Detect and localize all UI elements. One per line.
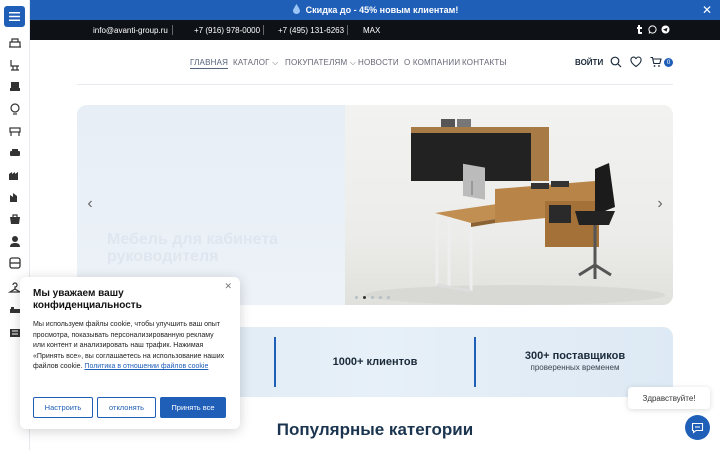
search-icon[interactable] — [610, 56, 622, 68]
nav-catalog[interactable]: КАТАЛОГ ⌵ — [233, 58, 278, 68]
office-desk-image — [345, 105, 673, 305]
slide-dot-4[interactable] — [379, 296, 382, 299]
cabinet-icon[interactable] — [7, 168, 23, 182]
email-link[interactable]: info@avanti-group.ru — [93, 26, 168, 35]
nav-about[interactable]: О КОМПАНИИ — [404, 58, 460, 67]
login-button[interactable]: ВОЙТИ — [575, 58, 603, 67]
kitchen-icon[interactable] — [7, 212, 23, 226]
social-links — [635, 25, 670, 34]
armchair-icon[interactable] — [7, 80, 23, 94]
heart-icon[interactable] — [630, 56, 642, 68]
promo-text: Скидка до - 45% новым клиентам! — [305, 5, 459, 15]
chevron-down-icon: ⌵ — [272, 58, 279, 67]
cookie-consent-dialog: ✕ Мы уважаем вашу конфиденциальность Мы … — [20, 277, 240, 429]
hero-faded-heading: Мебель для кабинета руководителя — [107, 231, 279, 265]
stat-number: 1000+ клиентов — [332, 356, 418, 368]
cookie-decline-button[interactable]: отклонять — [97, 397, 156, 418]
hero-slider[interactable]: Мебель для кабинета руководителя ‹ › — [77, 105, 673, 305]
max-link[interactable]: MAX — [363, 26, 380, 35]
prev-slide-arrow-icon[interactable]: ‹ — [83, 195, 97, 213]
promo-banner[interactable]: Скидка до - 45% новым клиентам! ✕ — [30, 0, 720, 20]
stat-subtitle: проверенных временем — [530, 363, 620, 372]
desk-icon[interactable] — [7, 124, 23, 138]
cookie-accept-button[interactable]: Принять все — [160, 397, 226, 418]
office-furniture-icon[interactable] — [7, 36, 23, 50]
lamp-icon[interactable] — [7, 102, 23, 116]
stat-number: 300+ поставщиков — [524, 350, 626, 362]
stats-divider — [474, 337, 476, 387]
person-icon[interactable] — [7, 234, 23, 248]
whatsapp-icon[interactable] — [648, 25, 657, 34]
cart-count-badge: 0 — [664, 58, 673, 67]
slide-dot-3[interactable] — [371, 296, 374, 299]
slide-dot-1[interactable] — [355, 296, 358, 299]
drop-icon — [292, 4, 301, 16]
nav-contacts[interactable]: КОНТАКТЫ — [462, 58, 507, 67]
chevron-down-icon: ⌵ — [349, 58, 357, 67]
hero-text-area — [77, 105, 345, 305]
slide-dot-5[interactable] — [387, 296, 390, 299]
contact-bar: info@avanti-group.ru +7 (916) 978-0000 +… — [30, 20, 720, 40]
cookie-actions: Настроить отклонять Принять все — [33, 397, 226, 418]
phone-link-1[interactable]: +7 (916) 978-0000 — [194, 26, 260, 35]
shelf-icon[interactable] — [7, 256, 23, 270]
cookie-body: Мы используем файлы cookie, чтобы улучши… — [33, 321, 225, 370]
stats-divider — [274, 337, 276, 387]
main-nav: ГЛАВНАЯ КАТАЛОГ ⌵ ПОКУПАТЕЛЯМ ⌵ НОВОСТИ … — [30, 40, 720, 85]
cookie-settings-button[interactable]: Настроить — [33, 397, 93, 418]
stat-clients: 1000+ клиентов — [295, 356, 455, 368]
nav-buyers[interactable]: ПОКУПАТЕЛЯМ ⌵ — [285, 58, 356, 68]
cart-icon[interactable] — [650, 56, 662, 68]
cookie-title: Мы уважаем вашу конфиденциальность — [33, 288, 142, 311]
chairs-icon[interactable] — [7, 58, 23, 72]
cookie-policy-link[interactable]: Политика в отношении файлов cookie — [84, 363, 208, 370]
chat-icon — [691, 422, 704, 434]
close-promo-icon[interactable]: ✕ — [702, 3, 712, 17]
next-slide-arrow-icon[interactable]: › — [653, 195, 667, 213]
nav-home[interactable]: ГЛАВНАЯ — [190, 58, 229, 69]
chat-greeting-bubble[interactable]: Здравствуйте! — [628, 387, 710, 409]
slide-dot-2[interactable] — [363, 296, 366, 299]
chat-button[interactable] — [685, 415, 710, 440]
nav-news[interactable]: НОВОСТИ — [358, 58, 399, 67]
tumblr-icon[interactable] — [635, 25, 644, 34]
nav-divider — [77, 84, 673, 85]
menu-icon[interactable] — [4, 6, 25, 27]
phone-link-2[interactable]: +7 (495) 131-6263 — [278, 26, 344, 35]
stat-suppliers: 300+ поставщиков проверенных временем — [495, 350, 655, 372]
close-cookie-icon[interactable]: ✕ — [224, 281, 232, 292]
storage-icon[interactable] — [7, 190, 23, 204]
sofa-icon[interactable] — [7, 146, 23, 160]
slider-dots — [355, 296, 390, 299]
telegram-icon[interactable] — [661, 25, 670, 34]
